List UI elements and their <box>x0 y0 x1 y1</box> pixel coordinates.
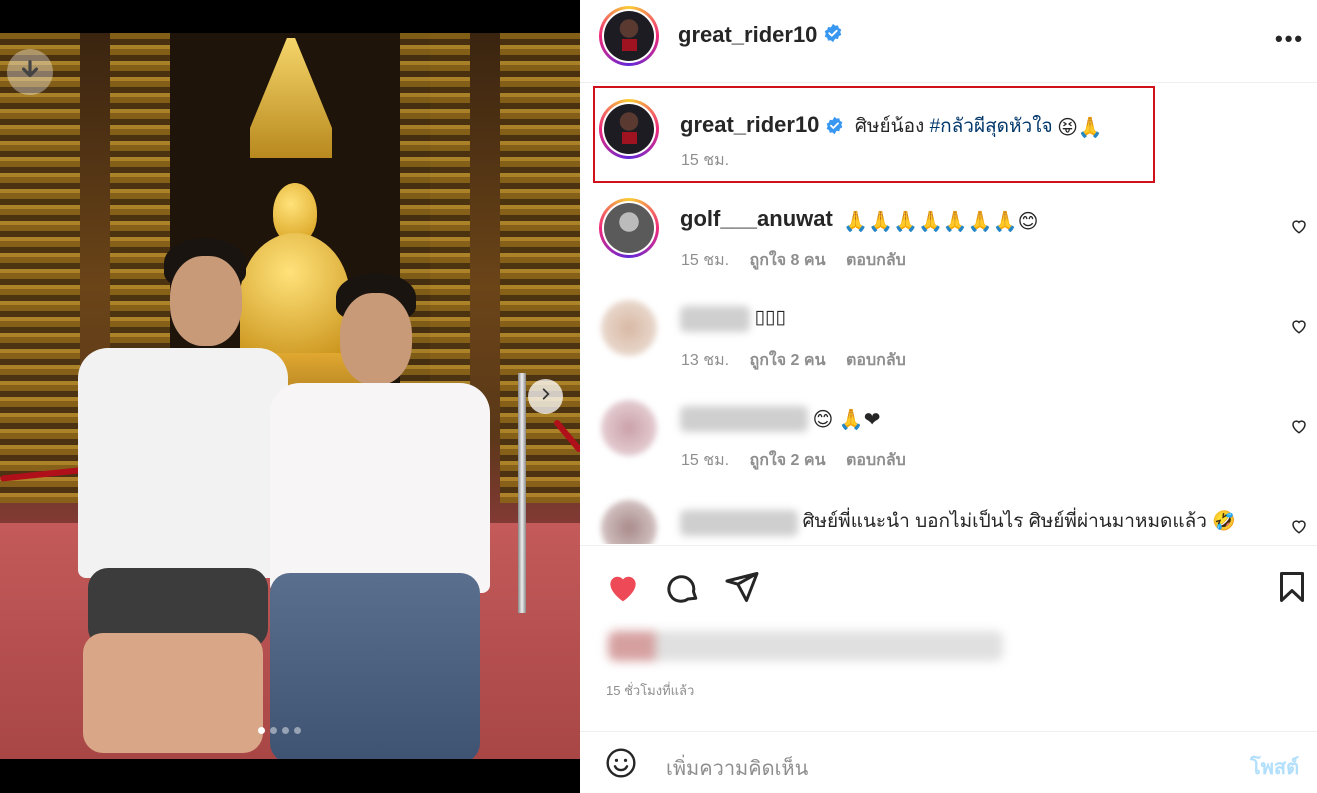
heart-icon[interactable] <box>1290 517 1308 535</box>
verified-icon <box>825 116 844 140</box>
comment-meta: 15 ชม. ถูกใจ 8 คน ตอบกลับ <box>681 248 922 273</box>
verified-icon <box>823 23 843 49</box>
post-time[interactable]: 15 ชั่วโมงที่แล้ว <box>606 680 694 701</box>
comment-username-blurred[interactable] <box>680 406 808 432</box>
caption-time[interactable]: 15 ชม. <box>681 152 729 169</box>
heart-icon[interactable] <box>1290 217 1308 235</box>
comment-username-blurred[interactable] <box>680 509 798 536</box>
comment-likes[interactable]: ถูกใจ 2 คน <box>750 452 826 469</box>
photo-person-left <box>78 238 288 758</box>
comment-row-partial: ศิษย์พี่แนะนำ บอกไม่เป็นไร ศิษย์พี่ผ่านม… <box>580 490 1317 544</box>
chevron-right-icon <box>539 387 553 406</box>
add-comment-input[interactable]: เพิ่มความคิดเห็น <box>666 752 808 784</box>
comment-row: golf___anuwat 🙏🙏🙏🙏🙏🙏🙏😊 <box>680 206 1038 234</box>
post-comment-button[interactable]: โพสต์ <box>1250 751 1299 783</box>
comment-text: ▯▯▯ <box>754 307 786 329</box>
post-panel: great_rider10 ••• great_rider10 ศิษย์น้อ… <box>580 0 1317 793</box>
media-panel <box>0 0 580 793</box>
comment-username[interactable]: golf___anuwat <box>680 206 833 231</box>
caption: great_rider10 ศิษย์น้อง #กลัวผีสุดหัวใจ … <box>680 111 1103 141</box>
photo-stanchion <box>518 373 526 613</box>
more-icon: ••• <box>1275 26 1305 51</box>
comment-reply-button[interactable]: ตอบกลับ <box>846 252 906 269</box>
carousel-dot[interactable] <box>270 727 277 734</box>
carousel-dot[interactable] <box>258 727 265 734</box>
caption-meta: 15 ชม. <box>681 148 745 173</box>
download-button[interactable] <box>7 49 53 95</box>
carousel-dots <box>258 727 301 734</box>
comment-avatar[interactable] <box>601 500 657 544</box>
comment-reply-button[interactable]: ตอบกลับ <box>846 352 906 369</box>
comment-avatar[interactable] <box>601 300 657 356</box>
comment-row: ▯▯▯ <box>680 306 786 332</box>
comment-avatar[interactable] <box>601 400 657 456</box>
heart-icon[interactable] <box>1290 417 1308 435</box>
photo-pillar-left <box>0 33 80 503</box>
carousel-dot[interactable] <box>282 727 289 734</box>
caption-hashtag[interactable]: #กลัวผีสุดหัวใจ <box>930 116 1053 137</box>
carousel-next-button[interactable] <box>528 379 563 414</box>
comment-likes[interactable]: ถูกใจ 8 คน <box>750 252 826 269</box>
post-actions: 15 ชั่วโมงที่แล้ว <box>580 545 1317 745</box>
carousel-dot[interactable] <box>294 727 301 734</box>
caption-emojis: 😝🙏 <box>1057 117 1103 140</box>
caption-text: ศิษย์น้อง <box>854 116 930 137</box>
comment-text: 🙏🙏🙏🙏🙏🙏🙏😊 <box>843 211 1039 234</box>
likes-summary-blurred[interactable] <box>608 631 1003 661</box>
heart-icon[interactable] <box>1290 317 1308 335</box>
comment-icon[interactable] <box>665 569 701 610</box>
caption-avatar[interactable] <box>599 99 659 159</box>
bookmark-icon[interactable] <box>1274 568 1310 611</box>
author-username-text[interactable]: great_rider10 <box>678 22 817 47</box>
caption-username[interactable]: great_rider10 <box>680 112 819 137</box>
download-icon <box>19 59 41 86</box>
emoji-icon[interactable] <box>605 747 637 784</box>
comment-reply-button[interactable]: ตอบกลับ <box>846 452 906 469</box>
comment-text: 😊 🙏❤ <box>812 408 881 431</box>
post-photo[interactable] <box>0 33 580 759</box>
comment-likes[interactable]: ถูกใจ 2 คน <box>750 352 826 369</box>
share-icon[interactable] <box>724 569 760 610</box>
comment-row: 😊 🙏❤ <box>680 406 881 432</box>
comment-text: ศิษย์พี่แนะนำ บอกไม่เป็นไร ศิษย์พี่ผ่านม… <box>802 511 1236 532</box>
comment-username-blurred[interactable] <box>680 306 750 332</box>
author-avatar[interactable] <box>599 6 659 66</box>
add-comment-bar: เพิ่มความคิดเห็น โพสต์ <box>580 731 1317 793</box>
photo-person-right <box>270 273 490 759</box>
heart-icon[interactable] <box>604 568 642 611</box>
comment-meta: 15 ชม. ถูกใจ 2 คน ตอบกลับ <box>681 448 922 473</box>
comment-time[interactable]: 15 ชม. <box>681 452 729 469</box>
comment-time[interactable]: 15 ชม. <box>681 252 729 269</box>
post-header: great_rider10 ••• <box>580 0 1317 83</box>
author-username-header[interactable]: great_rider10 <box>678 22 843 49</box>
more-options-button[interactable]: ••• <box>1275 26 1304 52</box>
comment-avatar[interactable] <box>599 198 659 258</box>
comment-time[interactable]: 13 ชม. <box>681 352 729 369</box>
comment-meta: 13 ชม. ถูกใจ 2 คน ตอบกลับ <box>681 348 922 373</box>
